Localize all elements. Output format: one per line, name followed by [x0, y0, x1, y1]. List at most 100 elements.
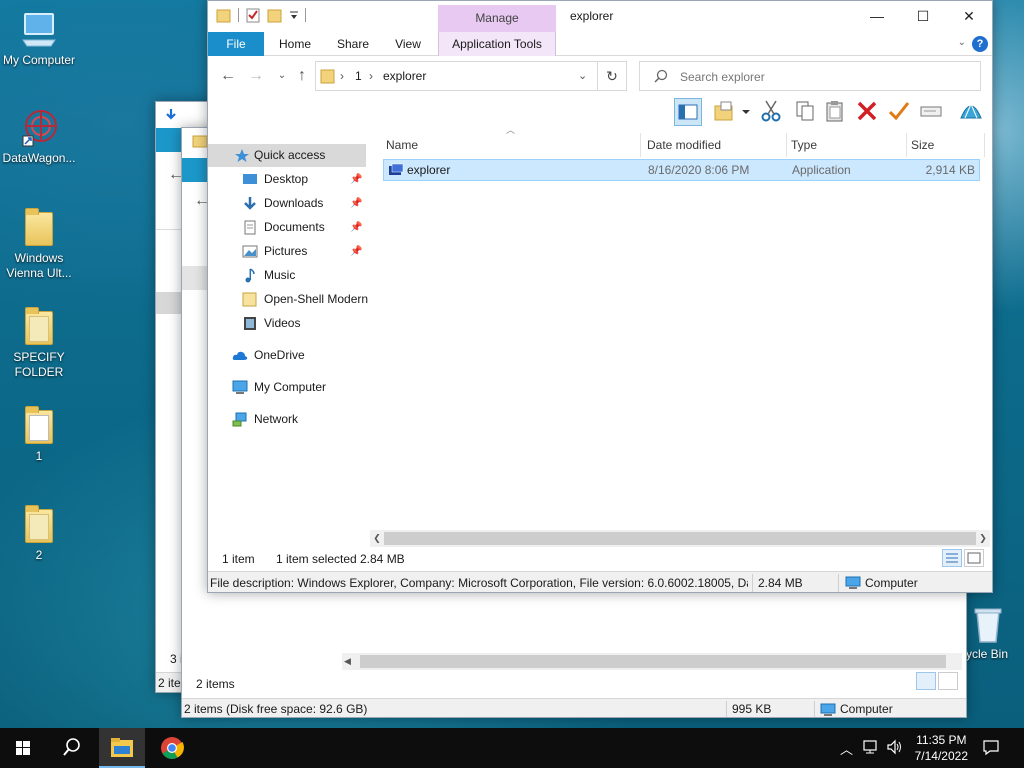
show-hidden-icons-icon[interactable]: ︿	[840, 739, 853, 758]
properties-icon[interactable]	[245, 7, 261, 23]
tab-file[interactable]: File	[208, 32, 264, 56]
nav-item-label: Documents	[264, 220, 325, 234]
folder-icon[interactable]	[216, 7, 232, 23]
scrollbar-thumb[interactable]	[360, 655, 946, 668]
nav-item-quick-access[interactable]: Quick access	[208, 144, 366, 167]
breadcrumb-item[interactable]: 1	[355, 69, 362, 83]
nav-item-network[interactable]: Network	[232, 408, 370, 431]
breadcrumb-chevron-icon[interactable]: ›	[369, 69, 373, 83]
explorer-window[interactable]: Manage explorer — ☐ ✕ File Home Share Vi…	[207, 0, 993, 593]
new-folder-icon[interactable]	[712, 98, 740, 126]
nav-item-onedrive[interactable]: OneDrive	[232, 344, 370, 367]
search-box[interactable]: Search explorer	[639, 61, 981, 91]
checkmark-icon[interactable]	[886, 98, 914, 126]
open-shell-icon[interactable]	[958, 98, 986, 126]
details-view-icon[interactable]	[942, 549, 962, 567]
clock[interactable]: 11:35 PM 7/14/2022	[915, 732, 968, 764]
desktop-icon-my-computer[interactable]: My Computer	[0, 10, 78, 68]
nav-item-label: Videos	[264, 316, 301, 330]
scroll-left-icon[interactable]: ❮	[370, 530, 384, 547]
details-view-icon[interactable]	[916, 672, 936, 690]
tab-share[interactable]: Share	[328, 32, 378, 56]
scrollbar-thumb[interactable]	[384, 532, 976, 545]
refresh-icon[interactable]: ↻	[597, 61, 627, 91]
view-toggle[interactable]	[916, 672, 958, 690]
start-button[interactable]	[0, 728, 46, 768]
scroll-left-icon[interactable]: ◀	[344, 653, 351, 670]
copy-icon[interactable]	[792, 98, 820, 126]
nav-item-music[interactable]: Music	[242, 264, 370, 287]
desktop-icon	[242, 172, 258, 187]
view-toggle[interactable]	[942, 549, 984, 567]
horizontal-scrollbar[interactable]: ◀	[342, 653, 962, 670]
pin-icon[interactable]: 📌	[350, 216, 362, 239]
address-bar[interactable]: › 1 › explorer ⌄	[315, 61, 598, 91]
pin-icon[interactable]: 📌	[350, 192, 362, 215]
help-icon[interactable]: ?	[972, 36, 988, 52]
desktop-icon-label: 2	[35, 548, 43, 562]
scroll-right-icon[interactable]: ❯	[976, 530, 990, 547]
dropdown-arrow-icon[interactable]	[740, 98, 752, 126]
chrome-icon[interactable]	[149, 728, 195, 768]
breadcrumb-item[interactable]: explorer	[383, 69, 426, 83]
folder-icon	[19, 208, 59, 248]
nav-item-documents[interactable]: Documents 📌	[242, 216, 370, 239]
search-input[interactable]: Search explorer	[680, 70, 765, 84]
document-icon	[242, 220, 258, 235]
minimize-icon[interactable]: —	[854, 1, 900, 32]
up-arrow-icon[interactable]: ↑	[292, 67, 312, 85]
large-icons-view-icon[interactable]	[938, 672, 958, 690]
breadcrumb-chevron-icon[interactable]: ›	[340, 69, 344, 83]
file-name: explorer	[407, 163, 451, 177]
maximize-icon[interactable]: ☐	[900, 1, 946, 32]
title-bar[interactable]: Manage explorer — ☐ ✕	[208, 1, 992, 32]
back-arrow-icon[interactable]: ←	[218, 67, 238, 85]
desktop-icon-label: 1	[35, 449, 43, 463]
nav-item-videos[interactable]: Videos	[242, 312, 370, 335]
column-header-type[interactable]: Type	[791, 133, 907, 157]
paste-icon[interactable]	[822, 98, 850, 126]
recent-locations-icon[interactable]: ⌄	[272, 70, 292, 81]
horizontal-scrollbar[interactable]: ❮ ❯	[370, 530, 990, 547]
volume-icon[interactable]	[886, 738, 904, 759]
cut-icon[interactable]	[758, 98, 786, 126]
tab-view[interactable]: View	[384, 32, 432, 56]
tab-application-tools[interactable]: Application Tools	[438, 32, 556, 56]
tab-home[interactable]: Home	[270, 32, 320, 56]
nav-item-pictures[interactable]: Pictures 📌	[242, 240, 370, 263]
address-dropdown-icon[interactable]: ⌄	[578, 69, 587, 82]
nav-item-downloads[interactable]: Downloads 📌	[242, 192, 370, 215]
column-header-date-modified[interactable]: Date modified	[647, 133, 787, 157]
delete-icon[interactable]	[854, 98, 882, 126]
column-header-size[interactable]: Size	[911, 133, 985, 157]
ribbon-expand-icon[interactable]: ⌄	[958, 37, 966, 48]
network-icon[interactable]	[862, 738, 880, 759]
recycle-bin-icon	[967, 604, 1007, 644]
desktop-icon-windows-vienna[interactable]: Windows Vienna Ult...	[0, 208, 78, 281]
desktop-icon-folder-1[interactable]: 1	[0, 406, 78, 464]
file-explorer-taskbar-icon[interactable]	[99, 728, 145, 768]
table-row[interactable]: explorer 8/16/2020 8:06 PM Application 2…	[383, 159, 980, 181]
music-icon	[242, 268, 258, 283]
pin-icon[interactable]: 📌	[350, 168, 362, 191]
large-icons-view-icon[interactable]	[964, 549, 984, 567]
rename-icon[interactable]	[918, 98, 946, 126]
notifications-icon[interactable]	[982, 738, 1000, 759]
search-icon[interactable]	[48, 728, 94, 768]
nav-item-desktop[interactable]: Desktop 📌	[242, 168, 370, 191]
clock-time: 11:35 PM	[916, 733, 967, 747]
desktop-icon-folder-2[interactable]: 2	[0, 505, 78, 563]
nav-item-my-computer[interactable]: My Computer	[232, 376, 370, 399]
forward-arrow-icon[interactable]: →	[246, 67, 266, 85]
pin-icon[interactable]: 📌	[350, 240, 362, 263]
desktop-icon-datawagon[interactable]: DataWagon...	[0, 108, 78, 166]
customize-qat-icon[interactable]	[289, 7, 299, 23]
navigation-pane-icon[interactable]	[674, 98, 702, 126]
column-header-name[interactable]: Name	[386, 133, 641, 157]
nav-item-open-shell-modern[interactable]: Open-Shell Modern	[242, 288, 370, 311]
manage-tab[interactable]: Manage	[438, 5, 556, 32]
new-folder-icon[interactable]	[267, 7, 283, 23]
close-icon[interactable]: ✕	[946, 1, 992, 32]
desktop-icon-specify-folder[interactable]: SPECIFY FOLDER	[0, 307, 78, 380]
status-location: Computer	[840, 702, 893, 716]
